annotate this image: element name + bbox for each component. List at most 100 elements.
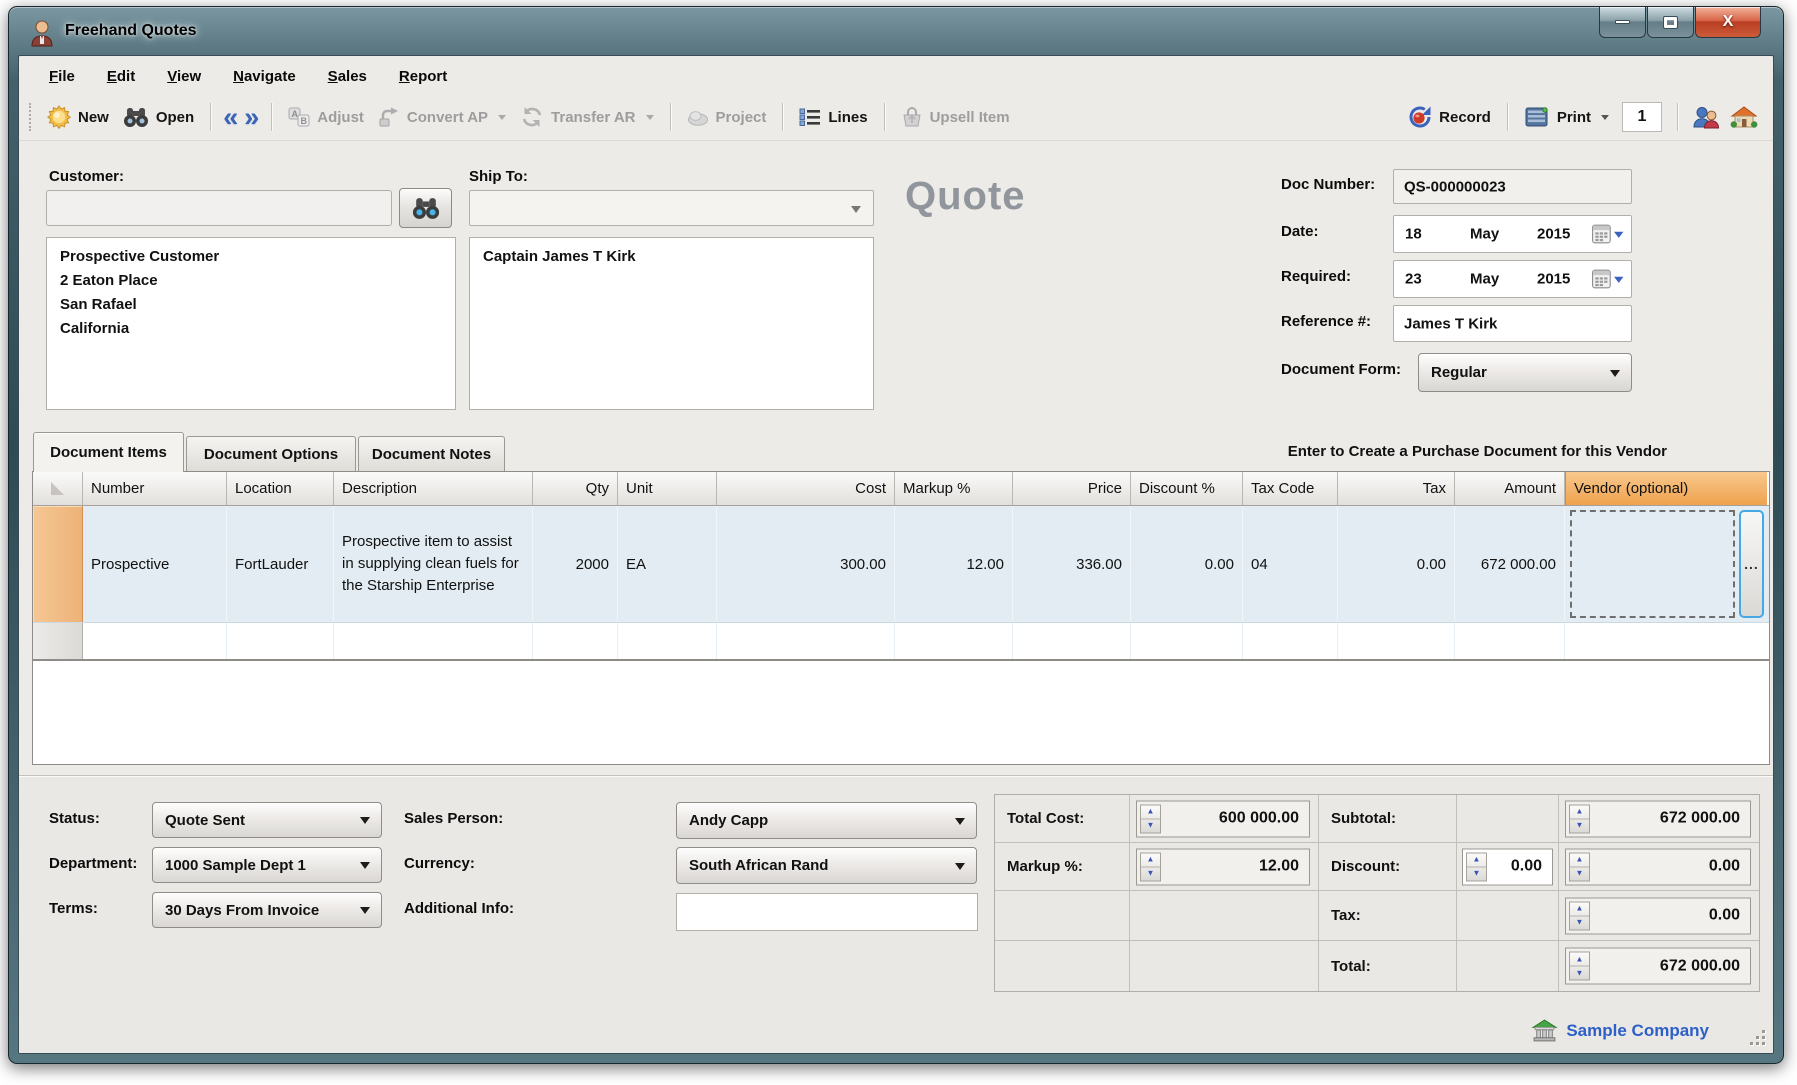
col-header-location[interactable]: Location xyxy=(227,472,334,505)
terms-select[interactable]: 30 Days From Invoice xyxy=(152,892,382,928)
spinner-control[interactable]: ▲▼ xyxy=(1140,852,1161,881)
cell-description[interactable]: Prospective item to assist in supplying … xyxy=(334,506,533,622)
col-header-tax-code[interactable]: Tax Code xyxy=(1243,472,1338,505)
cell-number[interactable]: Prospective xyxy=(83,506,227,622)
required-year[interactable]: 2015 xyxy=(1537,271,1570,288)
menu-view[interactable]: View xyxy=(167,68,201,85)
cell-tax[interactable]: 0.00 xyxy=(1338,506,1455,622)
spinner-control[interactable]: ▲▼ xyxy=(1569,901,1590,930)
print-button[interactable]: Print xyxy=(1517,106,1616,128)
document-form-select[interactable]: Regular xyxy=(1418,353,1632,392)
grid-corner-cell[interactable] xyxy=(33,472,83,505)
date-field[interactable]: 18 May 2015 xyxy=(1393,215,1632,253)
tab-document-notes[interactable]: Document Notes xyxy=(358,436,505,472)
calendar-dropdown-icon[interactable] xyxy=(1590,268,1626,290)
contacts-button[interactable] xyxy=(1687,105,1725,129)
spinner-control[interactable]: ▲▼ xyxy=(1569,952,1590,981)
markup-label: Markup %: xyxy=(995,858,1083,875)
new-button[interactable]: New xyxy=(40,105,116,129)
table-row[interactable]: Prospective FortLauder Prospective item … xyxy=(33,506,1769,623)
binoculars-icon xyxy=(411,196,441,220)
company-home-button[interactable] xyxy=(1725,105,1763,129)
discount-percent-field[interactable]: ▲▼ 0.00 xyxy=(1462,848,1553,885)
toolbar-grip[interactable] xyxy=(29,103,34,131)
cell-discount[interactable]: 0.00 xyxy=(1131,506,1243,622)
ship-to-combo[interactable] xyxy=(469,190,874,226)
col-header-markup[interactable]: Markup % xyxy=(895,472,1013,505)
spinner-control[interactable]: ▲▼ xyxy=(1140,804,1161,833)
markup-field[interactable]: ▲▼ 12.00 xyxy=(1136,848,1310,885)
cell-cost[interactable]: 300.00 xyxy=(717,506,895,622)
required-label: Required: xyxy=(1281,268,1351,285)
vendor-lookup-button[interactable]: ... xyxy=(1739,510,1764,618)
total-field[interactable]: ▲▼ 672 000.00 xyxy=(1565,948,1751,985)
col-header-number[interactable]: Number xyxy=(83,472,227,505)
menu-navigate[interactable]: Navigate xyxy=(233,68,296,85)
subtotal-field[interactable]: ▲▼ 672 000.00 xyxy=(1565,800,1751,837)
navigate-next-icon[interactable]: » xyxy=(241,104,262,131)
spinner-control[interactable]: ▲▼ xyxy=(1569,804,1590,833)
col-header-unit[interactable]: Unit xyxy=(618,472,717,505)
navigate-previous-icon[interactable]: « xyxy=(220,104,241,131)
col-header-amount[interactable]: Amount xyxy=(1455,472,1565,505)
currency-select[interactable]: South African Rand xyxy=(676,847,977,884)
toolbar-separator xyxy=(782,103,783,131)
spinner-control[interactable]: ▲▼ xyxy=(1569,852,1590,881)
cell-qty[interactable]: 2000 xyxy=(533,506,618,622)
col-header-cost[interactable]: Cost xyxy=(717,472,895,505)
vendor-cell-selection[interactable] xyxy=(1570,510,1735,618)
cell-markup[interactable]: 12.00 xyxy=(895,506,1013,622)
required-month[interactable]: May xyxy=(1470,271,1499,288)
project-button: Project xyxy=(680,109,774,126)
date-month[interactable]: May xyxy=(1470,226,1499,243)
home-icon xyxy=(1730,105,1758,129)
department-select[interactable]: 1000 Sample Dept 1 xyxy=(152,847,382,883)
company-status-item[interactable]: Sample Company xyxy=(1531,1018,1709,1043)
menu-sales[interactable]: Sales xyxy=(328,68,367,85)
discount-amount-field[interactable]: ▲▼ 0.00 xyxy=(1565,848,1751,885)
cell-amount[interactable]: 672 000.00 xyxy=(1455,506,1565,622)
tab-document-options[interactable]: Document Options xyxy=(186,436,356,472)
tab-document-items[interactable]: Document Items xyxy=(33,432,184,472)
col-header-price[interactable]: Price xyxy=(1013,472,1131,505)
customer-search-button[interactable] xyxy=(399,188,452,228)
empty-row[interactable] xyxy=(33,623,1769,661)
total-cost-label: Total Cost: xyxy=(995,810,1084,827)
tax-field[interactable]: ▲▼ 0.00 xyxy=(1565,897,1751,934)
menu-edit[interactable]: Edit xyxy=(107,68,135,85)
spinner-control[interactable]: ▲▼ xyxy=(1466,852,1487,881)
print-copies-input[interactable]: 1 xyxy=(1622,102,1662,132)
col-header-tax[interactable]: Tax xyxy=(1338,472,1455,505)
required-day[interactable]: 23 xyxy=(1405,271,1422,288)
date-year[interactable]: 2015 xyxy=(1537,226,1570,243)
maximize-button[interactable] xyxy=(1647,7,1694,38)
lines-button[interactable]: Lines xyxy=(792,108,874,126)
col-header-vendor[interactable]: Vendor (optional) xyxy=(1565,472,1767,505)
date-day[interactable]: 18 xyxy=(1405,226,1422,243)
resize-grip[interactable] xyxy=(1749,1029,1765,1045)
reference-field[interactable]: James T Kirk xyxy=(1393,305,1632,342)
customer-input[interactable] xyxy=(46,190,392,226)
open-button[interactable]: Open xyxy=(116,106,201,128)
record-button[interactable]: Record xyxy=(1401,105,1498,129)
row-selector[interactable] xyxy=(33,506,83,622)
minimize-button[interactable] xyxy=(1599,7,1646,38)
required-date-field[interactable]: 23 May 2015 xyxy=(1393,260,1632,298)
cell-vendor[interactable]: ... xyxy=(1565,506,1767,622)
sales-person-select[interactable]: Andy Capp xyxy=(676,802,977,839)
menu-report[interactable]: Report xyxy=(399,68,447,85)
cell-price[interactable]: 336.00 xyxy=(1013,506,1131,622)
col-header-qty[interactable]: Qty xyxy=(533,472,618,505)
cell-unit[interactable]: EA xyxy=(618,506,717,622)
col-header-description[interactable]: Description xyxy=(334,472,533,505)
total-cost-field[interactable]: ▲▼ 600 000.00 xyxy=(1136,800,1310,837)
additional-info-input[interactable] xyxy=(676,893,978,931)
cell-tax-code[interactable]: 04 xyxy=(1243,506,1338,622)
cell-location[interactable]: FortLauder xyxy=(227,506,334,622)
close-button[interactable]: X xyxy=(1695,7,1761,38)
menu-file[interactable]: File xyxy=(49,68,75,85)
calendar-dropdown-icon[interactable] xyxy=(1590,223,1626,245)
new-row-selector[interactable] xyxy=(33,623,83,659)
col-header-discount[interactable]: Discount % xyxy=(1131,472,1243,505)
status-select[interactable]: Quote Sent xyxy=(152,802,382,838)
